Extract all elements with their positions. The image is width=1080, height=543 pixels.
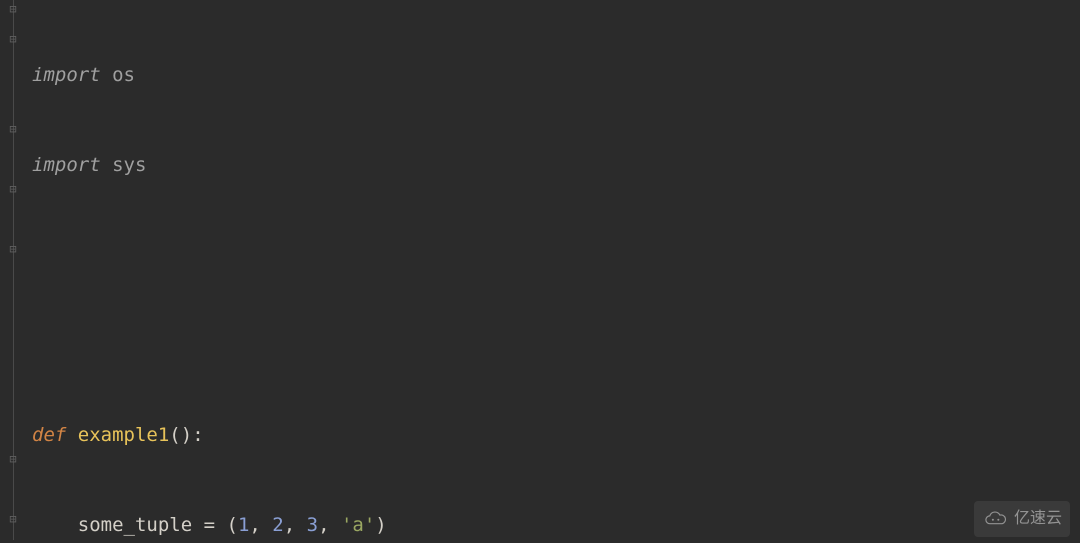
code-line[interactable]: [32, 240, 879, 270]
fold-marker[interactable]: ⊟: [6, 122, 20, 136]
colon: :: [192, 424, 203, 446]
code-area[interactable]: import os import sys def example1(): som…: [28, 0, 879, 543]
gutter: ⊟ ⊟ ⊟ ⊟ ⊟ ⊟ ⊟: [0, 0, 28, 543]
code-line[interactable]: [32, 330, 879, 360]
module-name: sys: [112, 154, 146, 176]
code-line[interactable]: some_tuple = (1, 2, 3, 'a'): [32, 510, 879, 540]
watermark: 亿速云: [974, 501, 1070, 537]
code-editor[interactable]: ⊟ ⊟ ⊟ ⊟ ⊟ ⊟ ⊟ import os import sys def e…: [0, 0, 1080, 543]
number-literal: 3: [307, 514, 318, 536]
number-literal: 2: [272, 514, 283, 536]
code-line[interactable]: def example1():: [32, 420, 879, 450]
parentheses: (): [169, 424, 192, 446]
comma: ,: [318, 514, 341, 536]
fold-marker[interactable]: ⊟: [6, 242, 20, 256]
keyword-import: import: [32, 64, 101, 86]
comma: ,: [284, 514, 307, 536]
comma: ,: [249, 514, 272, 536]
fold-marker[interactable]: ⊟: [6, 452, 20, 466]
variable-name: some_tuple: [78, 514, 192, 536]
watermark-text: 亿速云: [1014, 504, 1062, 534]
keyword-def: def: [32, 424, 66, 446]
number-literal: 1: [238, 514, 249, 536]
paren-open: (: [226, 514, 237, 536]
fold-marker[interactable]: ⊟: [6, 182, 20, 196]
fold-marker[interactable]: ⊟: [6, 2, 20, 16]
paren-close: ): [375, 514, 386, 536]
fold-marker[interactable]: ⊟: [6, 32, 20, 46]
operator: =: [192, 514, 226, 536]
string-literal: 'a': [341, 514, 375, 536]
cloud-icon: [982, 510, 1010, 528]
keyword-import: import: [32, 154, 101, 176]
function-name: example1: [78, 424, 170, 446]
module-name: os: [112, 64, 135, 86]
code-line[interactable]: import sys: [32, 150, 879, 180]
fold-end: ⊟: [6, 512, 20, 526]
code-line[interactable]: import os: [32, 60, 879, 90]
